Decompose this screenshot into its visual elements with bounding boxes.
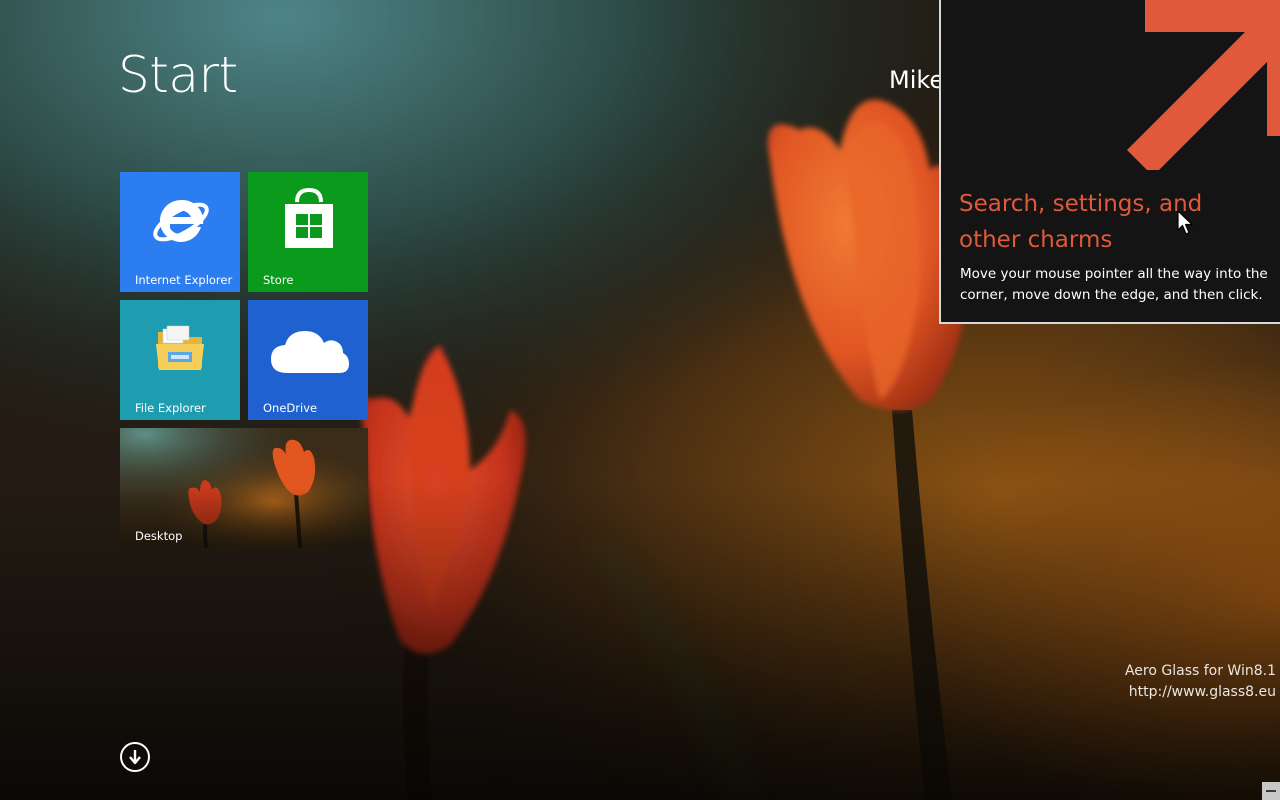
tile-desktop[interactable]: Desktop <box>120 428 368 548</box>
tile-onedrive[interactable]: OneDrive <box>248 300 368 420</box>
file-explorer-icon <box>156 325 204 370</box>
tile-label: Desktop <box>135 529 183 543</box>
watermark-line-1: Aero Glass for Win8.1 <box>1124 663 1276 679</box>
onedrive-icon <box>271 331 349 373</box>
minimize-corner-button[interactable] <box>1262 782 1280 800</box>
internet-explorer-icon <box>153 199 209 242</box>
arrow-down-circle-icon <box>129 750 141 765</box>
arrow-up-right-icon <box>1127 0 1280 170</box>
user-account-name[interactable]: Mike <box>889 66 944 94</box>
aero-glass-watermark: Aero Glass for Win8.1 http://www.glass8.… <box>1125 661 1276 703</box>
mouse-pointer-icon <box>1177 210 1193 235</box>
tile-label: Store <box>263 273 294 287</box>
tile-file-explorer[interactable]: File Explorer <box>120 300 240 420</box>
tile-internet-explorer[interactable]: Internet Explorer <box>120 172 240 292</box>
charms-tip-panel: Search, settings, and other charms Move … <box>939 0 1280 324</box>
tile-label: OneDrive <box>263 401 318 415</box>
charms-tip-description: Move your mouse pointer all the way into… <box>960 266 1268 303</box>
watermark-line-2: http://www.glass8.eu <box>1128 684 1276 700</box>
store-icon <box>285 188 333 248</box>
tile-store[interactable]: Store <box>248 172 368 292</box>
tile-label: File Explorer <box>135 401 206 415</box>
all-apps-button[interactable] <box>120 742 150 772</box>
tile-label: Internet Explorer <box>135 273 233 287</box>
charms-tip-heading: Search, settings, and other charms <box>959 191 1203 253</box>
start-title: Start <box>118 46 238 104</box>
